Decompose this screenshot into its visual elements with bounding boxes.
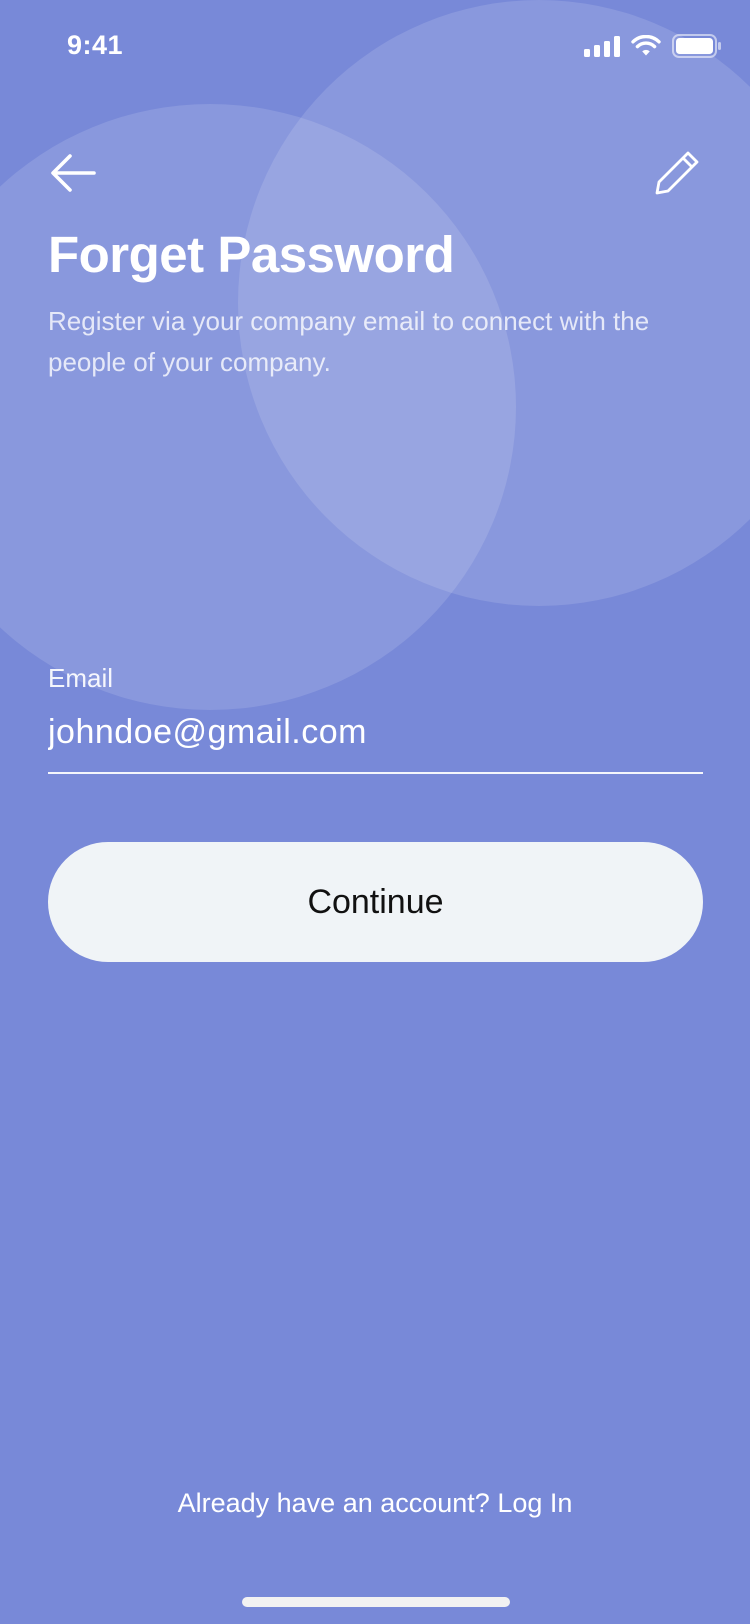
forget-password-screen: 9:41 Forget Password Register via your c… bbox=[0, 0, 750, 1624]
battery-icon bbox=[672, 34, 721, 58]
status-icons bbox=[584, 34, 722, 58]
login-prompt: Already have an account? Log In bbox=[0, 1488, 750, 1519]
arrow-left-icon bbox=[51, 154, 96, 192]
login-link[interactable]: Log In bbox=[497, 1488, 572, 1518]
status-bar: 9:41 bbox=[0, 0, 750, 94]
email-field[interactable] bbox=[48, 704, 703, 774]
wifi-icon bbox=[631, 35, 661, 56]
email-label: Email bbox=[48, 663, 114, 693]
status-time: 9:41 bbox=[67, 30, 124, 60]
edit-button[interactable] bbox=[652, 146, 704, 198]
continue-button[interactable]: Continue bbox=[48, 842, 703, 962]
cellular-signal-icon bbox=[584, 35, 620, 57]
page-title: Forget Password bbox=[48, 226, 455, 283]
login-prompt-text: Already have an account? bbox=[177, 1488, 490, 1518]
pencil-icon bbox=[655, 151, 699, 195]
page-subtitle: Register via your company email to conne… bbox=[48, 306, 650, 377]
home-indicator bbox=[242, 1597, 510, 1607]
back-button[interactable] bbox=[46, 148, 102, 198]
